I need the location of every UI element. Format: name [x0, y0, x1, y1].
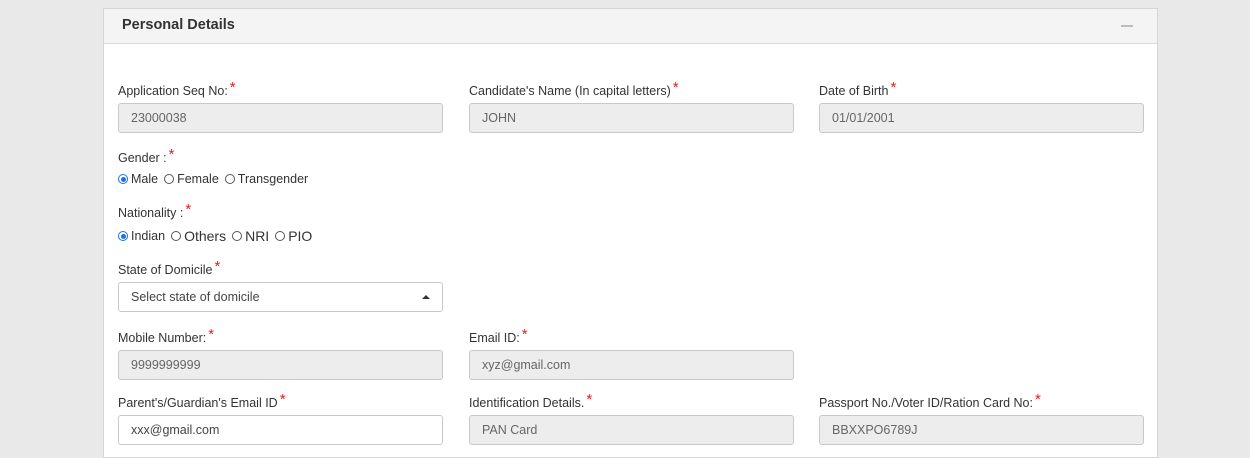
domicile-select-value: Select state of domicile: [131, 290, 260, 304]
nationality-option-nri[interactable]: NRI: [245, 228, 269, 244]
passport-field[interactable]: BBXXPO6789J: [819, 415, 1144, 445]
nationality-radio-group: Indian Others NRI PIO: [116, 228, 316, 244]
candidate-name-label: Candidate's Name (In capital letters) *: [469, 79, 679, 98]
passport-label: Passport No./Voter ID/Ration Card No: *: [819, 391, 1041, 410]
gender-option-male[interactable]: Male: [131, 172, 158, 186]
mobile-field[interactable]: 9999999999: [118, 350, 443, 380]
identification-field[interactable]: PAN Card: [469, 415, 794, 445]
gender-label: Gender : *: [118, 146, 175, 165]
domicile-select[interactable]: Select state of domicile: [118, 282, 443, 312]
gender-radio-group: Male Female Transgender: [116, 172, 312, 186]
email-field[interactable]: xyz@gmail.com: [469, 350, 794, 380]
domicile-label: State of Domicile *: [118, 258, 221, 277]
candidate-name-field[interactable]: JOHN: [469, 103, 794, 133]
nationality-option-indian[interactable]: Indian: [131, 229, 165, 243]
nationality-radio-others[interactable]: [171, 231, 182, 241]
nationality-option-others[interactable]: Others: [184, 228, 226, 244]
personal-details-panel: Personal Details Application Seq No: * 23…: [103, 8, 1158, 458]
gender-option-female[interactable]: Female: [177, 172, 219, 186]
nationality-radio-pio[interactable]: [275, 231, 286, 241]
nationality-radio-indian[interactable]: [118, 231, 128, 241]
app-seq-label: Application Seq No: *: [118, 79, 236, 98]
gender-option-transgender[interactable]: Transgender: [238, 172, 308, 186]
panel-header[interactable]: Personal Details: [104, 9, 1157, 44]
identification-label: Identification Details. *: [469, 391, 593, 410]
panel-title: Personal Details: [122, 17, 235, 33]
gender-radio-female[interactable]: [164, 174, 175, 184]
dob-label: Date of Birth *: [819, 79, 897, 98]
caret-up-icon: [422, 295, 430, 299]
nationality-radio-nri[interactable]: [232, 231, 243, 241]
guardian-email-field[interactable]: xxx@gmail.com: [118, 415, 443, 445]
email-label: Email ID: *: [469, 326, 528, 345]
app-seq-field[interactable]: 23000038: [118, 103, 443, 133]
dob-field[interactable]: 01/01/2001: [819, 103, 1144, 133]
nationality-option-pio[interactable]: PIO: [288, 228, 312, 244]
nationality-label: Nationality : *: [118, 201, 192, 220]
collapse-icon[interactable]: [1121, 25, 1133, 27]
gender-radio-male[interactable]: [118, 174, 128, 184]
mobile-label: Mobile Number: *: [118, 326, 215, 345]
gender-radio-transgender[interactable]: [224, 174, 235, 184]
guardian-email-label: Parent's/Guardian's Email ID *: [118, 391, 286, 410]
